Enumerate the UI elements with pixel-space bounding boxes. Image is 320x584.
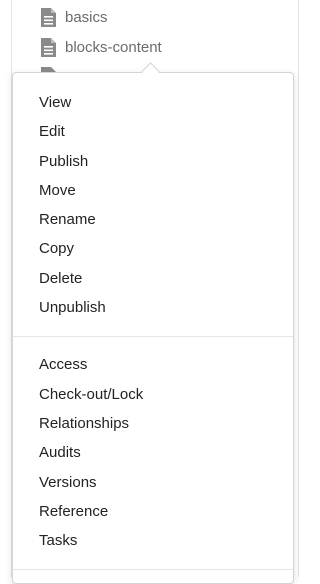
tree-item-label: blocks-content bbox=[65, 38, 162, 56]
tree-item-basics[interactable]: basics bbox=[40, 5, 108, 29]
menu-divider bbox=[13, 569, 293, 571]
menu-item-versions[interactable]: Versions bbox=[13, 468, 293, 497]
menu-item-relationships[interactable]: Relationships bbox=[13, 409, 293, 438]
menu-item-rename[interactable]: Rename bbox=[13, 205, 293, 234]
menu-item-unpublish[interactable]: Unpublish bbox=[13, 293, 293, 322]
file-icon bbox=[41, 7, 56, 27]
file-icon bbox=[41, 37, 56, 57]
menu-item-check-out-lock[interactable]: Check-out/Lock bbox=[13, 380, 293, 409]
context-menu: View Edit Publish Move Rename Copy Delet… bbox=[12, 72, 294, 584]
menu-item-move[interactable]: Move bbox=[13, 176, 293, 205]
menu-item-publish[interactable]: Publish bbox=[13, 147, 293, 176]
menu-item-tasks[interactable]: Tasks bbox=[13, 526, 293, 555]
tree-item-blocks-content[interactable]: blocks-content bbox=[40, 35, 162, 59]
menu-item-copy[interactable]: Copy bbox=[13, 234, 293, 263]
menu-divider bbox=[13, 336, 293, 338]
menu-item-access[interactable]: Access bbox=[13, 350, 293, 379]
menu-group-actions: View Edit Publish Move Rename Copy Delet… bbox=[13, 73, 293, 322]
tree-item-label: basics bbox=[65, 8, 108, 26]
menu-item-edit[interactable]: Edit bbox=[13, 117, 293, 146]
menu-item-delete[interactable]: Delete bbox=[13, 264, 293, 293]
menu-item-audits[interactable]: Audits bbox=[13, 438, 293, 467]
menu-group-info: Access Check-out/Lock Relationships Audi… bbox=[13, 350, 293, 555]
menu-item-reference[interactable]: Reference bbox=[13, 497, 293, 526]
menu-item-view[interactable]: View bbox=[13, 88, 293, 117]
